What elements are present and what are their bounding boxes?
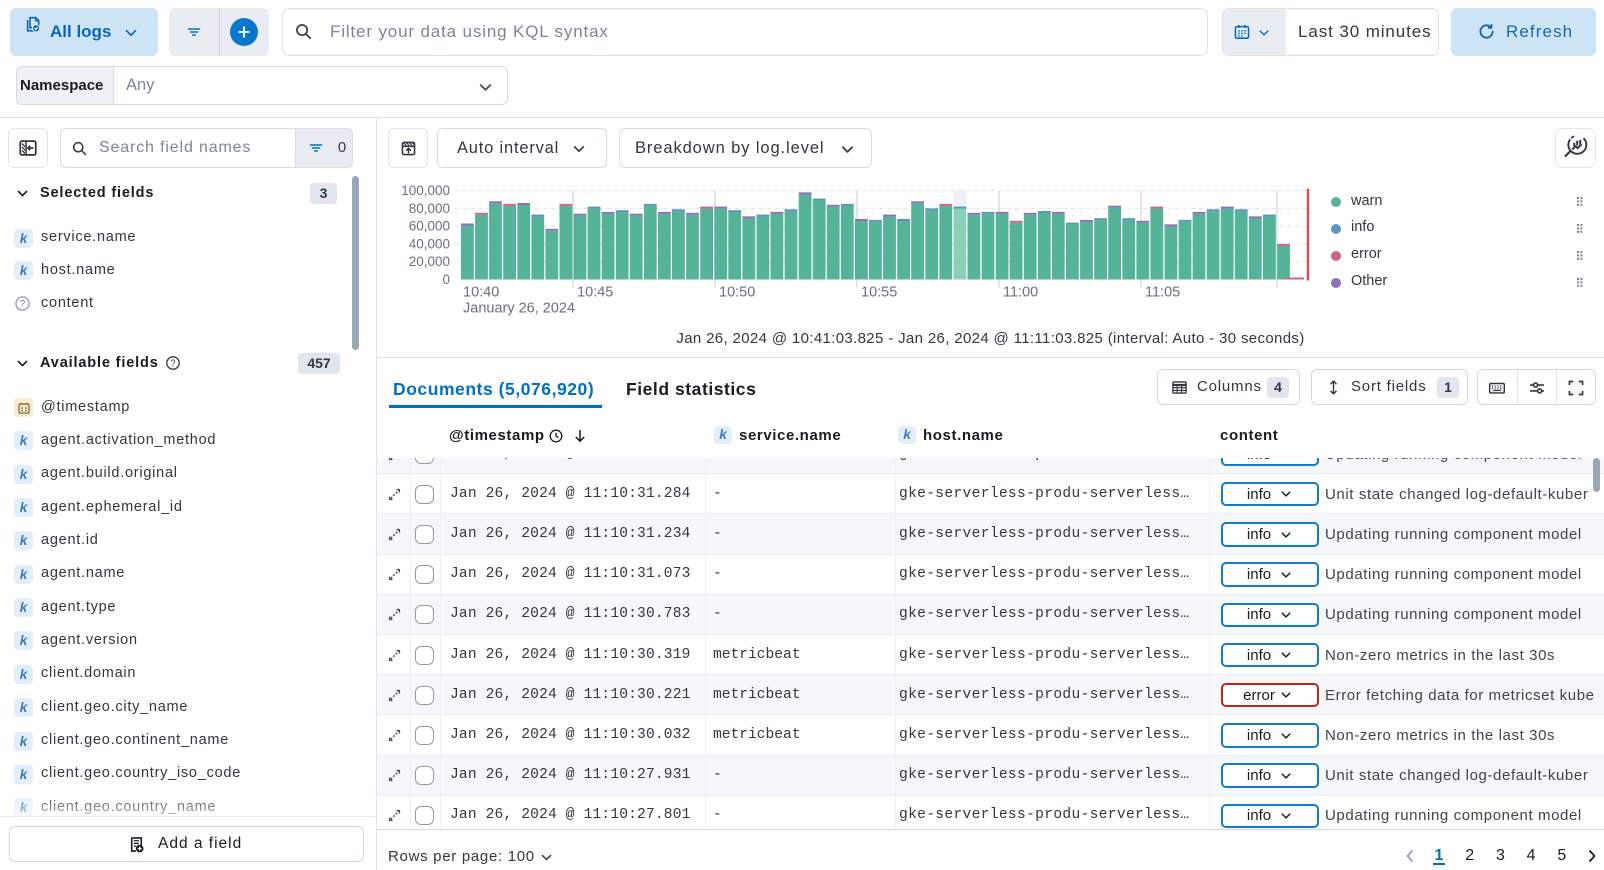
- svg-text:100,000: 100,000: [401, 183, 450, 198]
- svg-text:10:50: 10:50: [719, 285, 755, 301]
- svg-text:80,000: 80,000: [409, 201, 450, 216]
- svg-text:10:40: 10:40: [463, 285, 499, 301]
- svg-text:?: ?: [20, 299, 25, 310]
- svg-text:January 26, 2024: January 26, 2024: [463, 301, 575, 317]
- svg-text:20,000: 20,000: [409, 254, 450, 269]
- svg-text:60,000: 60,000: [409, 219, 450, 234]
- svg-text:10:55: 10:55: [861, 285, 897, 301]
- svg-text:40,000: 40,000: [409, 236, 450, 251]
- svg-text:?: ?: [170, 358, 175, 368]
- svg-text:11:00: 11:00: [1003, 285, 1038, 301]
- svg-text:11:05: 11:05: [1145, 285, 1180, 301]
- svg-text:10:45: 10:45: [577, 285, 613, 301]
- svg-text:0: 0: [442, 272, 450, 287]
